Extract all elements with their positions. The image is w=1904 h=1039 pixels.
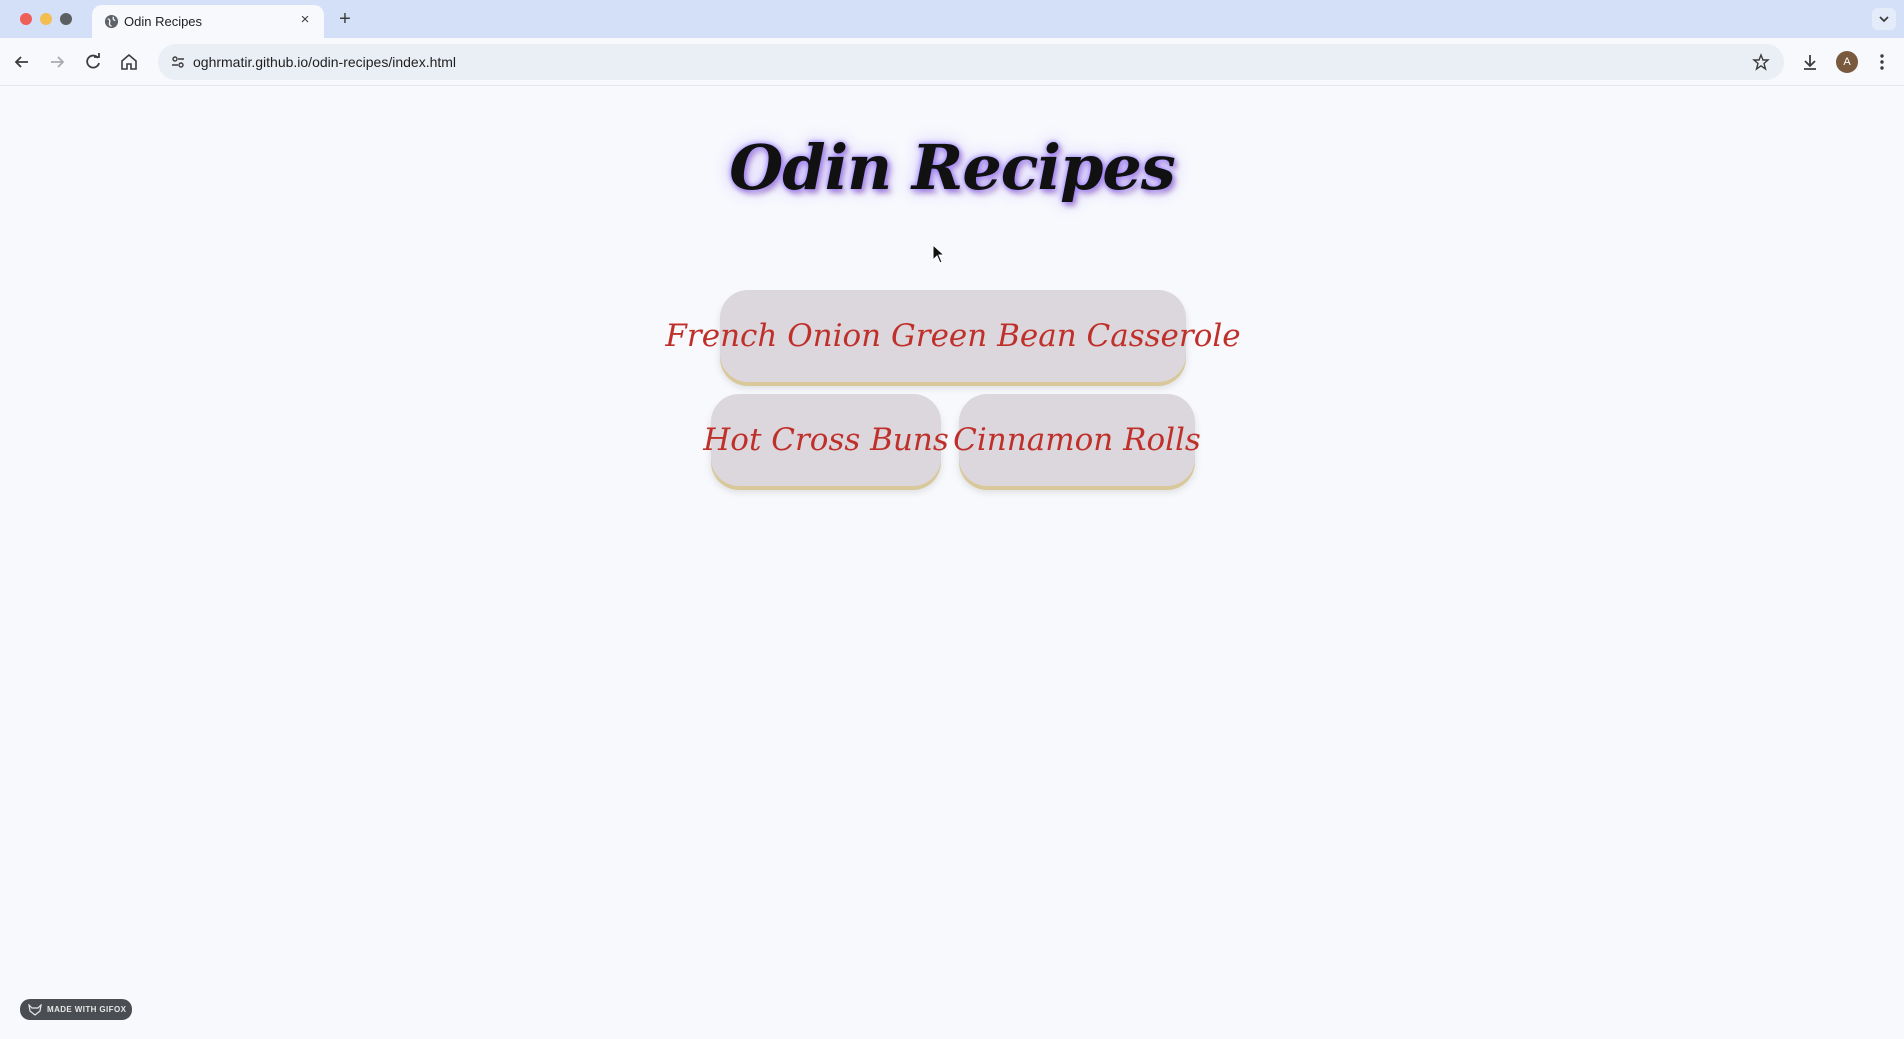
browser-toolbar: oghrmatir.github.io/odin-recipes/index.h… xyxy=(0,38,1904,86)
page-content: Odin Recipes French Onion Green Bean Cas… xyxy=(0,87,1904,1039)
minimize-window-button[interactable] xyxy=(40,13,52,25)
recipe-link-french-onion-green-bean-casserole[interactable]: French Onion Green Bean Casserole xyxy=(665,290,1241,382)
reload-icon[interactable] xyxy=(82,51,104,73)
site-settings-icon[interactable] xyxy=(170,54,186,70)
address-bar[interactable]: oghrmatir.github.io/odin-recipes/index.h… xyxy=(158,44,1784,80)
recipe-link-cinnamon-rolls[interactable]: Cinnamon Rolls xyxy=(953,394,1201,486)
close-window-button[interactable] xyxy=(20,13,32,25)
tab-search-button[interactable] xyxy=(1872,8,1896,30)
gifox-badge: MADE WITH GIFOX xyxy=(20,999,132,1020)
new-tab-button[interactable]: + xyxy=(334,8,356,30)
tab-close-icon[interactable]: × xyxy=(296,11,314,29)
badge-text: MADE WITH GIFOX xyxy=(47,1005,127,1014)
forward-arrow-icon[interactable] xyxy=(46,51,68,73)
globe-icon xyxy=(104,14,119,29)
fox-icon xyxy=(28,1003,42,1016)
more-menu-icon[interactable] xyxy=(1871,51,1893,73)
maximize-window-button[interactable] xyxy=(60,13,72,25)
mouse-cursor-icon xyxy=(932,244,946,264)
profile-avatar[interactable]: A xyxy=(1836,51,1858,73)
back-arrow-icon[interactable] xyxy=(11,51,33,73)
browser-tab-active[interactable]: Odin Recipes × xyxy=(92,5,324,38)
home-icon[interactable] xyxy=(118,51,140,73)
chevron-down-icon xyxy=(1879,16,1889,23)
url-text[interactable]: oghrmatir.github.io/odin-recipes/index.h… xyxy=(193,54,456,70)
bookmark-star-icon[interactable] xyxy=(1752,53,1770,71)
download-icon[interactable] xyxy=(1799,51,1821,73)
browser-tab-bar: Odin Recipes × + xyxy=(0,0,1904,38)
recipe-link-hot-cross-buns[interactable]: Hot Cross Buns xyxy=(703,394,949,486)
page-title: Odin Recipes xyxy=(729,131,1176,204)
tab-title: Odin Recipes xyxy=(124,14,203,29)
